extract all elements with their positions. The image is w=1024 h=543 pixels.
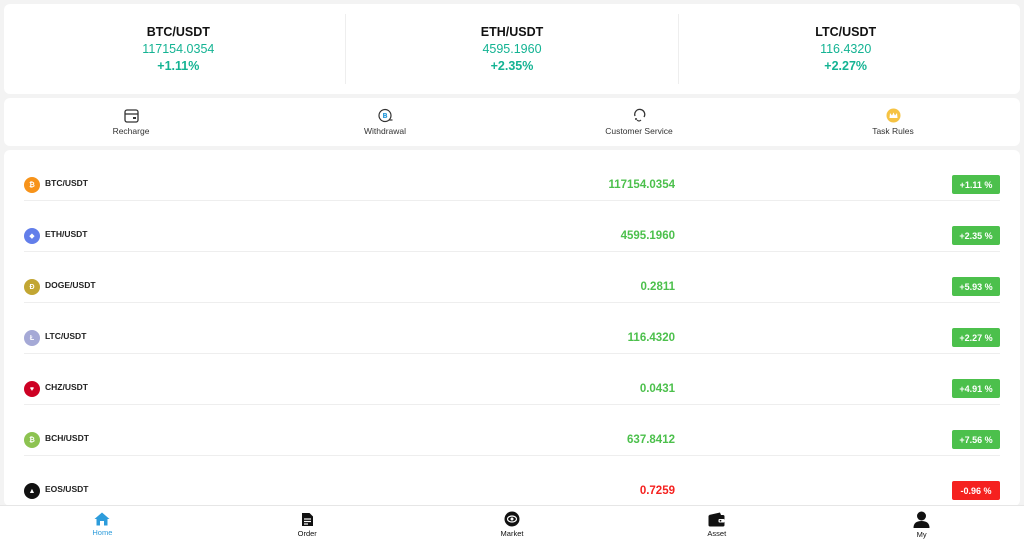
task-rules-label: Task Rules — [872, 126, 914, 136]
bitcoin-glyph: ₿ — [29, 181, 35, 189]
pair-price: 0.0431 — [639, 383, 675, 395]
market-row-eth[interactable]: ◆ ETH/USDT 4595.1960 +2.35 % — [24, 201, 1000, 252]
bitcoin-icon: ₿ — [24, 177, 40, 193]
nav-order[interactable]: Order — [205, 506, 410, 543]
svg-text:B: B — [382, 112, 387, 120]
pair-price: 637.8412 — [627, 434, 675, 446]
eos-glyph: ▲ — [28, 487, 36, 495]
withdrawal-icon: B — [377, 108, 392, 123]
nav-market-label: Market — [500, 529, 524, 538]
withdrawal-button[interactable]: B Withdrawal — [258, 98, 512, 146]
ticker-pair: ETH/USDT — [480, 25, 544, 39]
market-row-eos[interactable]: ▲ EOS/USDT 0.7259 -0.96 % — [24, 456, 1000, 506]
market-row-ltc[interactable]: Ł LTC/USDT 116.4320 +2.27 % — [24, 303, 1000, 354]
ticker-price: 116.4320 — [820, 42, 872, 56]
bitcoin-cash-glyph: ₿ — [29, 436, 35, 444]
market-row-bch[interactable]: ₿ BCH/USDT 637.8412 +7.56 % — [24, 405, 1000, 456]
nav-my-label: My — [916, 529, 927, 539]
ticker-pair: LTC/USDT — [815, 25, 877, 39]
nav-my[interactable]: My — [819, 506, 1024, 543]
headset-icon — [633, 108, 645, 122]
ticker-price: 4595.1960 — [482, 42, 542, 56]
crown-icon — [886, 108, 900, 123]
recharge-label: Recharge — [112, 125, 150, 136]
change-badge: +7.56 % — [952, 430, 1000, 449]
market-list: ₿ BTC/USDT 117154.0354 +1.11 % ◆ ETH/USD… — [4, 150, 1020, 506]
litecoin-glyph: Ł — [29, 334, 35, 342]
ticker-eth[interactable]: ETH/USDT 4595.1960 +2.35% — [346, 14, 680, 84]
pair-price: 4595.1960 — [620, 230, 675, 242]
pair-name: CHZ/USDT — [45, 382, 88, 392]
nav-asset[interactable]: Asset — [614, 506, 819, 543]
market-row-chz[interactable]: ♥ CHZ/USDT 0.0431 +4.91 % — [24, 354, 1000, 405]
change-badge: +4.91 % — [952, 379, 1000, 398]
wallet-icon — [708, 512, 725, 526]
change-badge: -0.96 % — [952, 481, 1000, 500]
litecoin-icon: Ł — [24, 330, 40, 346]
ethereum-glyph: ◆ — [29, 233, 35, 240]
ticker-price: 117154.0354 — [142, 42, 215, 56]
customer-service-label: Customer Service — [605, 126, 673, 136]
ticker-pair: BTC/USDT — [146, 25, 210, 39]
eos-icon: ▲ — [24, 483, 40, 499]
pair-price: 0.2811 — [640, 281, 675, 293]
pair-name: LTC/USDT — [45, 331, 87, 341]
wallet-icon — [123, 108, 139, 123]
pair-price: 116.4320 — [627, 332, 675, 344]
task-rules-button[interactable]: Task Rules — [766, 98, 1020, 146]
pair-name: ETH/USDT — [45, 229, 88, 239]
chiliz-icon: ♥ — [24, 381, 40, 397]
dogecoin-icon: Ð — [24, 279, 40, 295]
ticker-btc[interactable]: BTC/USDT 117154.0354 +1.11% — [12, 14, 346, 84]
chiliz-glyph: ♥ — [29, 385, 35, 393]
ethereum-icon: ◆ — [24, 228, 40, 244]
nav-asset-label: Asset — [707, 528, 727, 538]
bottom-nav: Home Order Market Asset My — [0, 505, 1024, 543]
nav-home-label: Home — [92, 528, 113, 537]
nav-order-label: Order — [297, 528, 317, 538]
withdrawal-label: Withdrawal — [363, 126, 407, 136]
pair-name: BCH/USDT — [45, 433, 89, 443]
ticker-ltc[interactable]: LTC/USDT 116.4320 +2.27% — [679, 14, 1012, 84]
dogecoin-glyph: Ð — [29, 283, 35, 291]
change-badge: +5.93 % — [952, 277, 1000, 296]
pair-price: 117154.0354 — [608, 179, 675, 191]
change-badge: +2.27 % — [952, 328, 1000, 347]
change-badge: +2.35 % — [952, 226, 1000, 245]
ticker-summary: BTC/USDT 117154.0354 +1.11% ETH/USDT 459… — [4, 4, 1020, 94]
ticker-change: +2.27% — [824, 59, 868, 73]
ticker-change: +2.35% — [490, 59, 534, 73]
document-icon — [301, 512, 313, 526]
home-icon — [94, 512, 110, 526]
ticker-change: +1.11% — [157, 59, 200, 73]
pair-price: 0.7259 — [639, 485, 675, 497]
pair-name: DOGE/USDT — [45, 280, 96, 290]
market-row-doge[interactable]: Ð DOGE/USDT 0.2811 +5.93 % — [24, 252, 1000, 303]
bitcoin-cash-icon: ₿ — [24, 432, 40, 448]
user-icon — [913, 511, 930, 528]
pair-name: BTC/USDT — [45, 178, 88, 188]
nav-market[interactable]: Market — [410, 506, 615, 543]
quick-actions: Recharge B Withdrawal Customer Service T… — [4, 98, 1020, 146]
recharge-button[interactable]: Recharge — [4, 98, 258, 146]
customer-service-button[interactable]: Customer Service — [512, 98, 766, 146]
market-row-btc[interactable]: ₿ BTC/USDT 117154.0354 +1.11 % — [24, 150, 1000, 201]
nav-home[interactable]: Home — [0, 506, 205, 543]
change-badge: +1.11 % — [952, 175, 1000, 194]
market-icon — [504, 511, 520, 527]
pair-name: EOS/USDT — [45, 484, 89, 494]
